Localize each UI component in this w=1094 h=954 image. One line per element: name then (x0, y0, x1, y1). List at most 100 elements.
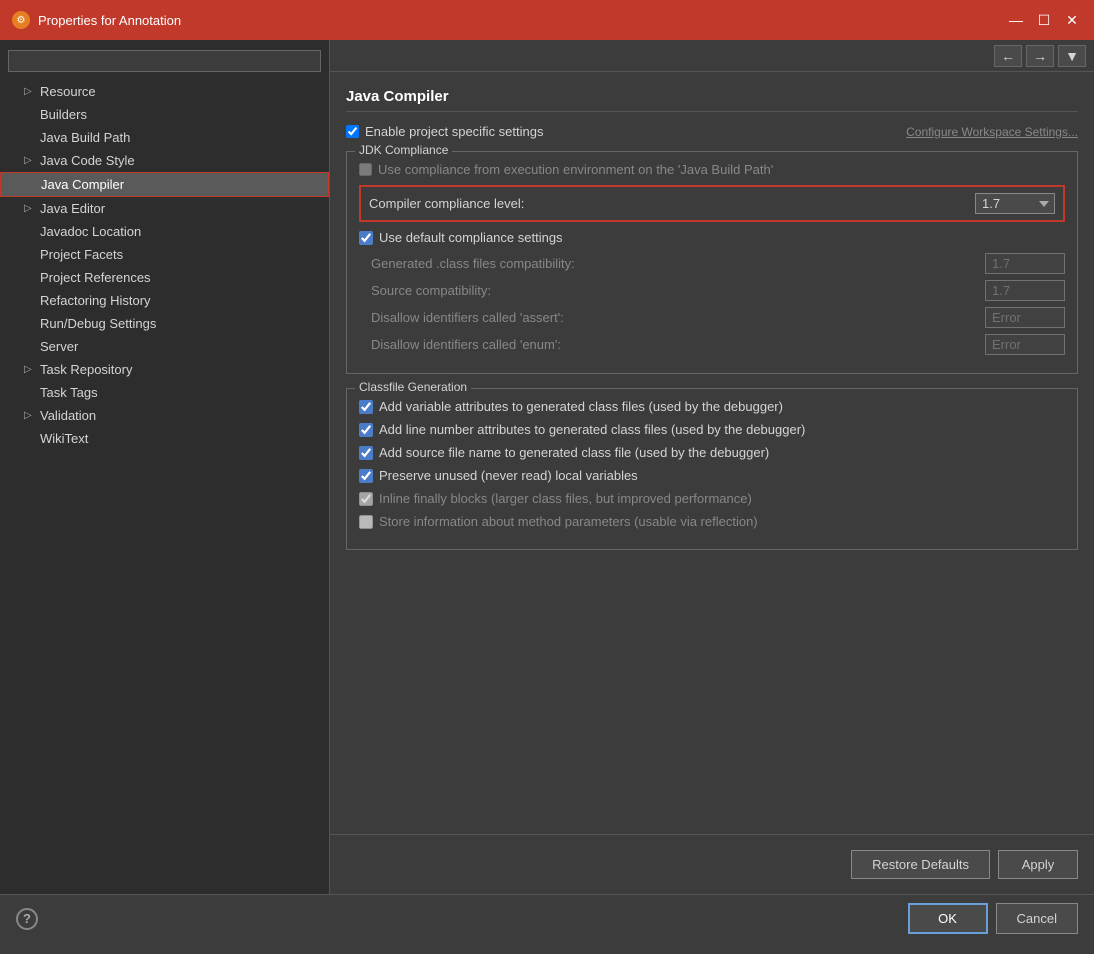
sidebar-item-label-project-facets: Project Facets (40, 247, 123, 262)
restore-defaults-button[interactable]: Restore Defaults (851, 850, 990, 879)
sidebar-items-container: ▷ResourceBuildersJava Build Path▷Java Co… (0, 80, 329, 450)
sidebar-item-label-javadoc-location: Javadoc Location (40, 224, 141, 239)
sub-setting-row-disallow-enum: Disallow identifiers called 'enum': Error… (359, 334, 1065, 355)
classfile-generation-group: Classfile Generation Add variable attrib… (346, 388, 1078, 550)
nav-back-button[interactable]: ← (994, 45, 1022, 67)
sidebar-item-project-references[interactable]: Project References (0, 266, 329, 289)
sidebar-search-input[interactable] (8, 50, 321, 72)
sidebar-item-task-tags[interactable]: Task Tags (0, 381, 329, 404)
classfile-option-row-inline-finally: Inline finally blocks (larger class file… (359, 491, 1065, 506)
sidebar-item-java-editor[interactable]: ▷Java Editor (0, 197, 329, 220)
restore-button[interactable]: ☐ (1034, 10, 1054, 30)
configure-workspace-link[interactable]: Configure Workspace Settings... (906, 125, 1078, 139)
jdk-compliance-group: JDK Compliance Use compliance from execu… (346, 151, 1078, 374)
help-button[interactable]: ? (16, 908, 38, 930)
sidebar-expand-icon-task-repository: ▷ (24, 364, 38, 375)
classfile-checkbox-add-variable[interactable] (359, 400, 373, 414)
compliance-level-select[interactable]: 1.11.21.31.41.51.61.71.8 (975, 193, 1055, 214)
sidebar-item-server[interactable]: Server (0, 335, 329, 358)
sub-setting-label-disallow-enum: Disallow identifiers called 'enum': (371, 337, 561, 352)
sidebar-expand-icon-resource: ▷ (24, 86, 38, 97)
apply-button[interactable]: Apply (998, 850, 1078, 879)
sidebar-item-resource[interactable]: ▷Resource (0, 80, 329, 103)
sidebar-item-label-resource: Resource (40, 84, 96, 99)
main-panel: Java Compiler Enable project specific se… (330, 72, 1094, 834)
use-compliance-checkbox[interactable] (359, 163, 372, 176)
sidebar-item-label-project-references: Project References (40, 270, 151, 285)
bottom-bar: Restore Defaults Apply (330, 834, 1094, 894)
sidebar-item-wikitext[interactable]: WikiText (0, 427, 329, 450)
content-area: ← → ▼ Java Compiler Enable project speci… (330, 40, 1094, 894)
sub-setting-select-disallow-assert: ErrorWarningIgnore (985, 307, 1065, 328)
nav-forward-button[interactable]: → (1026, 45, 1054, 67)
sidebar-item-label-refactoring-history: Refactoring History (40, 293, 151, 308)
sidebar-item-label-task-repository: Task Repository (40, 362, 132, 377)
sidebar-item-label-java-code-style: Java Code Style (40, 153, 135, 168)
sub-setting-select-disallow-enum: ErrorWarningIgnore (985, 334, 1065, 355)
classfile-label-add-line-number: Add line number attributes to generated … (379, 422, 805, 437)
use-default-checkbox[interactable] (359, 231, 373, 245)
use-compliance-label: Use compliance from execution environmen… (378, 162, 773, 177)
classfile-checkbox-inline-finally (359, 492, 373, 506)
sub-setting-label-source-compat: Source compatibility: (371, 283, 491, 298)
sidebar-item-task-repository[interactable]: ▷Task Repository (0, 358, 329, 381)
classfile-label-store-method-params: Store information about method parameter… (379, 514, 758, 529)
sidebar-item-validation[interactable]: ▷Validation (0, 404, 329, 427)
sub-setting-label-generated-compat: Generated .class files compatibility: (371, 256, 575, 271)
ok-button[interactable]: OK (908, 903, 988, 934)
sidebar: ▷ResourceBuildersJava Build Path▷Java Co… (0, 40, 330, 894)
sidebar-item-project-facets[interactable]: Project Facets (0, 243, 329, 266)
sidebar-item-label-server: Server (40, 339, 78, 354)
app-icon: ⚙ (12, 11, 30, 29)
sidebar-item-label-wikitext: WikiText (40, 431, 88, 446)
sub-settings-container: Generated .class files compatibility: 1.1… (359, 253, 1065, 355)
classfile-checkbox-add-line-number[interactable] (359, 423, 373, 437)
cancel-button[interactable]: Cancel (996, 903, 1078, 934)
sub-setting-row-source-compat: Source compatibility: 1.11.21.31.41.51.61… (359, 280, 1065, 301)
compliance-level-label: Compiler compliance level: (369, 196, 524, 211)
compliance-level-row: Compiler compliance level: 1.11.21.31.41… (359, 185, 1065, 222)
sidebar-expand-icon-java-editor: ▷ (24, 203, 38, 214)
sidebar-item-builders[interactable]: Builders (0, 103, 329, 126)
use-default-label: Use default compliance settings (379, 230, 563, 245)
sub-setting-select-generated-compat: 1.11.21.31.41.51.61.7 (985, 253, 1065, 274)
nav-dropdown-button[interactable]: ▼ (1058, 45, 1086, 67)
classfile-option-row-add-source-file: Add source file name to generated class … (359, 445, 1065, 460)
sidebar-item-label-java-editor: Java Editor (40, 201, 105, 216)
sub-setting-select-source-compat: 1.11.21.31.41.51.61.7 (985, 280, 1065, 301)
jdk-compliance-title: JDK Compliance (355, 143, 452, 157)
use-compliance-row: Use compliance from execution environmen… (359, 162, 1065, 177)
sidebar-item-label-java-build-path: Java Build Path (40, 130, 130, 145)
sidebar-item-label-builders: Builders (40, 107, 87, 122)
dialog-title: Properties for Annotation (38, 13, 181, 28)
classfile-option-row-store-method-params: Store information about method parameter… (359, 514, 1065, 529)
sidebar-item-run-debug-settings[interactable]: Run/Debug Settings (0, 312, 329, 335)
classfile-option-row-preserve-unused: Preserve unused (never read) local varia… (359, 468, 1065, 483)
sidebar-item-refactoring-history[interactable]: Refactoring History (0, 289, 329, 312)
sidebar-item-java-code-style[interactable]: ▷Java Code Style (0, 149, 329, 172)
classfile-option-row-add-line-number: Add line number attributes to generated … (359, 422, 1065, 437)
minimize-button[interactable]: — (1006, 10, 1026, 30)
sidebar-item-java-compiler[interactable]: Java Compiler (0, 172, 329, 197)
sidebar-item-javadoc-location[interactable]: Javadoc Location (0, 220, 329, 243)
sidebar-expand-icon-java-code-style: ▷ (24, 155, 38, 166)
sidebar-search-container (8, 50, 321, 72)
classfile-checkbox-add-source-file[interactable] (359, 446, 373, 460)
classfile-checkbox-store-method-params (359, 515, 373, 529)
sidebar-item-java-build-path[interactable]: Java Build Path (0, 126, 329, 149)
footer-bar: ? OK Cancel (0, 894, 1094, 942)
classfile-label-preserve-unused: Preserve unused (never read) local varia… (379, 468, 638, 483)
classfile-label-add-variable: Add variable attributes to generated cla… (379, 399, 783, 414)
sub-setting-row-generated-compat: Generated .class files compatibility: 1.1… (359, 253, 1065, 274)
classfile-checkbox-preserve-unused[interactable] (359, 469, 373, 483)
classfile-options-container: Add variable attributes to generated cla… (359, 399, 1065, 529)
sub-setting-row-disallow-assert: Disallow identifiers called 'assert':Err… (359, 307, 1065, 328)
classfile-label-add-source-file: Add source file name to generated class … (379, 445, 769, 460)
sidebar-item-label-task-tags: Task Tags (40, 385, 98, 400)
classfile-label-inline-finally: Inline finally blocks (larger class file… (379, 491, 752, 506)
sidebar-item-label-validation: Validation (40, 408, 96, 423)
enable-project-label: Enable project specific settings (365, 124, 543, 139)
enable-project-checkbox[interactable] (346, 125, 359, 138)
classfile-generation-title: Classfile Generation (355, 380, 471, 394)
close-button[interactable]: ✕ (1062, 10, 1082, 30)
